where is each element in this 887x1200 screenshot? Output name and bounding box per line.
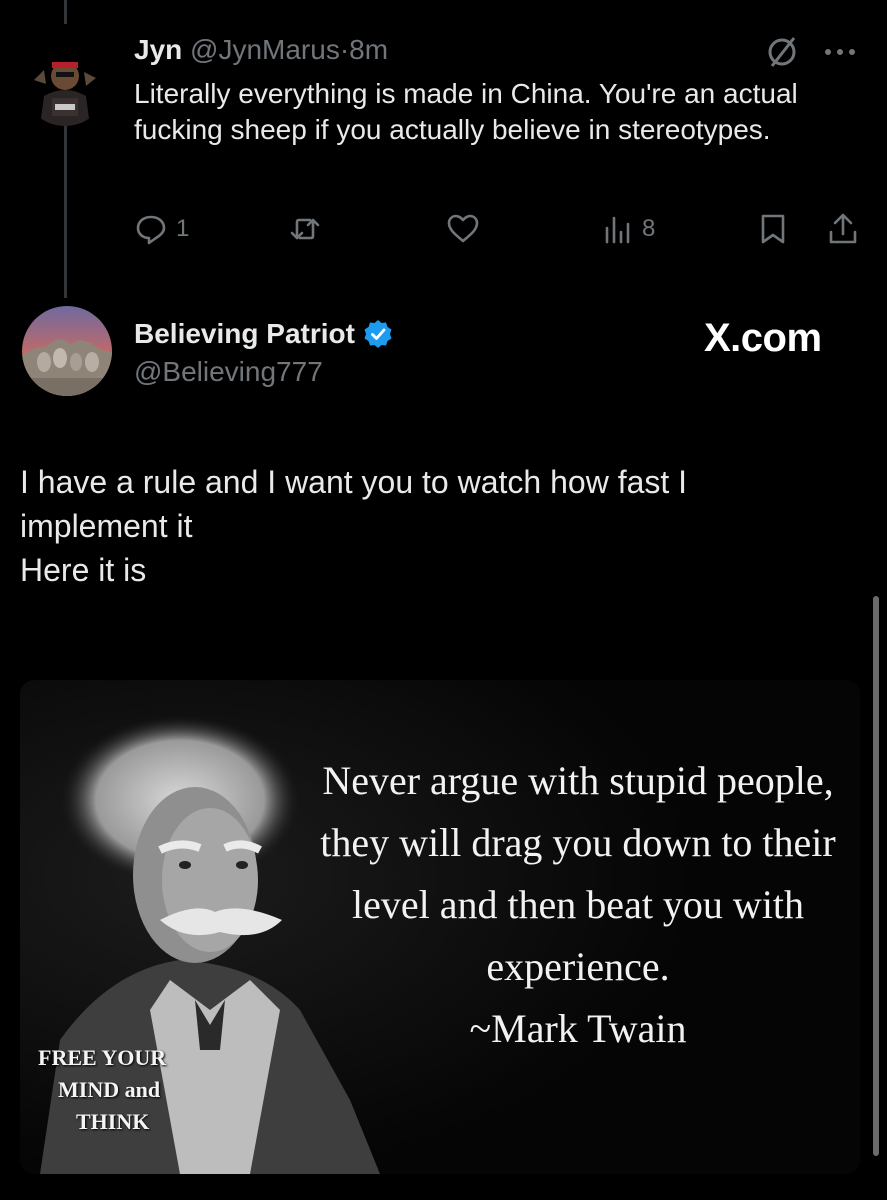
action-bar: 1 8 xyxy=(0,212,887,252)
reply-header: Jyn @JynMarus·8m xyxy=(134,32,388,68)
like-icon xyxy=(447,214,479,243)
meme-caption-line: THINK xyxy=(76,1109,150,1134)
repost-icon xyxy=(290,218,320,240)
x-com-watermark: X.com xyxy=(704,316,822,360)
separator-dot: · xyxy=(339,34,350,65)
post-text: I have a rule and I want you to watch ho… xyxy=(20,460,840,592)
post-author-name-text: Believing Patriot xyxy=(134,318,355,349)
like-button[interactable] xyxy=(446,212,480,246)
reply-author-name[interactable]: Jyn xyxy=(134,34,182,65)
reply-icon xyxy=(136,215,166,245)
reply-author-handle[interactable]: @JynMarus xyxy=(190,34,340,65)
views-count: 8 xyxy=(642,215,656,242)
meme-quote-author: ~Mark Twain xyxy=(469,1006,687,1051)
meme-quote: Never argue with stupid people, they wil… xyxy=(288,750,860,1060)
verified-icon xyxy=(364,320,392,348)
bookmark-icon xyxy=(761,214,785,244)
avatar[interactable] xyxy=(22,40,108,126)
more-icon[interactable] xyxy=(818,40,864,64)
reply-timestamp[interactable]: 8m xyxy=(349,34,388,65)
meme-caption-line: MIND and xyxy=(58,1077,161,1102)
post-text-line: I have a rule and I want you to watch ho… xyxy=(20,464,688,544)
avatar[interactable] xyxy=(22,306,112,396)
views-icon xyxy=(605,216,630,244)
post-image[interactable]: Never argue with stupid people, they wil… xyxy=(20,680,860,1174)
grok-icon[interactable] xyxy=(764,34,800,70)
post-text-line: Here it is xyxy=(20,552,147,588)
repost-button[interactable] xyxy=(288,212,322,246)
views-button[interactable]: 8 xyxy=(600,212,655,246)
thread-line xyxy=(64,118,67,298)
reply-text: Literally everything is made in China. Y… xyxy=(134,78,798,145)
post-author-name[interactable]: Believing Patriot xyxy=(134,318,393,350)
reply-button[interactable]: 1 xyxy=(134,212,189,246)
thread-line-top xyxy=(64,0,67,24)
meme-caption: FREE YOUR MIND and THINK xyxy=(32,1042,202,1138)
share-icon xyxy=(829,213,857,244)
meme-quote-text: Never argue with stupid people, they wil… xyxy=(320,758,836,989)
share-button[interactable] xyxy=(826,212,860,246)
scrollbar[interactable] xyxy=(873,596,879,1156)
bookmark-button[interactable] xyxy=(756,212,790,246)
post-author-handle[interactable]: @Believing777 xyxy=(134,356,323,388)
reply-count: 1 xyxy=(176,215,190,242)
meme-caption-line: FREE YOUR xyxy=(38,1045,167,1070)
